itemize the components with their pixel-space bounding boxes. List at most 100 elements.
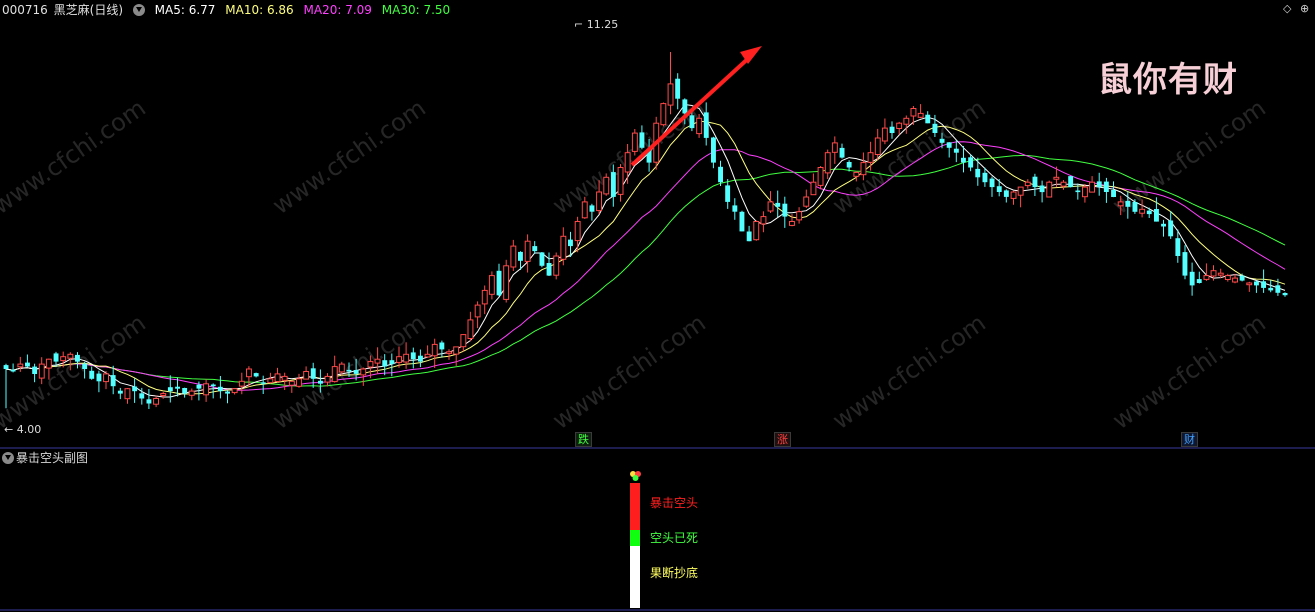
candle xyxy=(796,207,803,224)
candle-body xyxy=(589,205,595,212)
high-price-label: 11.25 xyxy=(586,18,619,31)
candle xyxy=(160,392,167,399)
candle-body xyxy=(760,216,767,225)
crosshair-icon[interactable]: ⊕ xyxy=(1300,3,1309,15)
candle xyxy=(660,102,667,127)
candle-body xyxy=(1017,186,1024,196)
candle xyxy=(231,388,238,395)
candle xyxy=(1089,176,1095,193)
watermark-text: www.cfchi.com xyxy=(0,94,151,220)
candle-body xyxy=(1182,252,1188,276)
candle xyxy=(274,367,281,383)
candle xyxy=(532,241,538,254)
candle-body xyxy=(1060,181,1067,187)
candle-body xyxy=(439,342,445,350)
candle-body xyxy=(481,289,488,305)
candle xyxy=(917,104,924,119)
candle xyxy=(146,389,152,409)
candle-body xyxy=(1010,191,1017,199)
indicator-menu-icon[interactable] xyxy=(132,4,145,16)
candle-body xyxy=(318,380,323,384)
candle xyxy=(117,387,123,400)
candle xyxy=(1046,180,1053,198)
candle-body xyxy=(75,354,80,362)
candle-body xyxy=(1154,209,1159,222)
candle xyxy=(874,128,881,161)
candle-body xyxy=(431,343,438,357)
candle-body xyxy=(331,366,338,383)
candle-body xyxy=(853,171,860,177)
candle xyxy=(560,227,567,266)
candle-body xyxy=(1146,210,1152,215)
diamond-icon[interactable]: ◇ xyxy=(1283,3,1291,15)
candle-body xyxy=(1111,190,1116,197)
candle xyxy=(824,149,831,179)
candle-body xyxy=(1224,275,1231,281)
candle xyxy=(989,176,995,197)
candle-body xyxy=(1046,181,1053,198)
candle xyxy=(903,115,910,134)
candle xyxy=(574,216,581,253)
candle-body xyxy=(10,369,16,372)
candle-body xyxy=(175,386,180,389)
candle-body xyxy=(403,353,410,363)
candle-body xyxy=(17,363,24,368)
candle-body xyxy=(824,152,831,174)
candle-body xyxy=(474,304,481,318)
candle-body xyxy=(1125,200,1131,207)
candle-body xyxy=(1254,281,1259,286)
candle-body xyxy=(860,162,867,176)
chart-header: 000716 黑芝麻(日线) MA5: 6.77 MA10: 6.86 MA20… xyxy=(2,2,456,18)
candle-body xyxy=(746,231,752,242)
candle xyxy=(631,129,638,156)
candle xyxy=(431,338,438,368)
candle xyxy=(10,363,16,373)
candle-body xyxy=(767,201,774,212)
candle xyxy=(725,179,731,209)
candle-body xyxy=(732,205,738,212)
candle xyxy=(481,285,488,315)
candle xyxy=(225,390,230,404)
candle xyxy=(1146,207,1152,218)
candle-body xyxy=(532,246,538,252)
candle-body xyxy=(281,375,288,381)
sub-chart-header: 暴击空头副图 xyxy=(2,450,88,466)
candle-body xyxy=(524,240,531,262)
signal-bar-white xyxy=(630,546,640,608)
candle xyxy=(296,373,302,388)
candle-body xyxy=(560,235,567,260)
candle xyxy=(753,220,760,241)
candle xyxy=(1068,175,1074,188)
candle xyxy=(996,179,1002,197)
sub-chart-menu-icon[interactable] xyxy=(2,452,14,464)
candle xyxy=(1168,211,1174,239)
candle-body xyxy=(38,363,45,379)
candle-body xyxy=(925,114,931,124)
candle xyxy=(946,142,952,158)
candle-body xyxy=(117,390,123,394)
low-price-marker: ← 4.00 xyxy=(4,423,42,436)
candle xyxy=(617,164,624,202)
candle-body xyxy=(789,221,795,226)
candle xyxy=(1182,245,1188,280)
candle-body xyxy=(503,265,510,300)
candle xyxy=(1189,262,1195,296)
candle-body xyxy=(1232,277,1238,283)
candle-body xyxy=(1003,190,1009,197)
candle-body xyxy=(610,172,616,197)
candle-body xyxy=(110,375,116,387)
candle-body xyxy=(631,132,638,152)
candle-body xyxy=(374,358,381,364)
candle xyxy=(124,388,131,404)
candle-body xyxy=(796,211,803,221)
candle-body xyxy=(60,356,67,362)
candle xyxy=(467,311,474,342)
brand-text: 鼠你有财 xyxy=(1098,60,1238,100)
candle-body xyxy=(303,371,310,380)
candle-body xyxy=(1189,271,1195,286)
candle-body xyxy=(1161,223,1166,227)
candle-body xyxy=(460,334,467,348)
candle-body xyxy=(82,363,88,369)
candle-body xyxy=(953,148,959,153)
candle-body xyxy=(267,378,274,384)
